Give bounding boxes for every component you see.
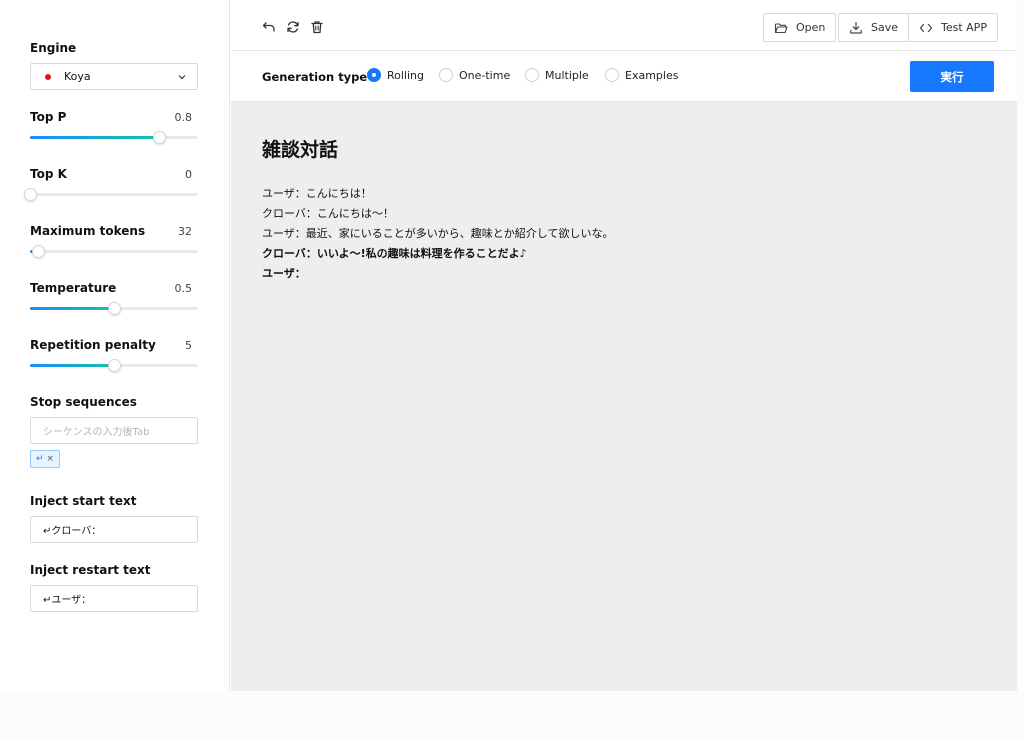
refresh-icon[interactable]	[286, 20, 300, 34]
radio-label: Multiple	[545, 68, 589, 82]
radio-circle	[605, 68, 619, 82]
chevron-down-icon	[178, 74, 186, 79]
dialogue-line: クローバ：いいよ～!私の趣味は料理を作ることだよ♪	[262, 247, 527, 260]
top-p-label: Top P	[30, 110, 67, 124]
stop-sequences-placeholder: シーケンスの入力後Tab	[43, 427, 150, 438]
inject-start-input[interactable]: ↵クローバ：	[30, 516, 198, 543]
inject-restart-input[interactable]: ↵ユーザ：	[30, 585, 198, 612]
repetition-penalty-value: 5	[185, 339, 192, 352]
open-button-label: Open	[796, 21, 826, 34]
maximum-tokens-slider[interactable]	[30, 245, 198, 258]
editor-title: 雑談対話	[262, 139, 339, 161]
repetition-penalty-slider[interactable]	[30, 359, 198, 372]
maximum-tokens-value: 32	[178, 225, 192, 238]
temperature-value: 0.5	[174, 282, 193, 295]
engine-label: Engine	[30, 41, 77, 55]
radio-circle	[525, 68, 539, 82]
radio-circle	[439, 68, 453, 82]
engine-select-value: Koya	[64, 70, 91, 83]
top-k-label: Top K	[30, 167, 67, 181]
inject-start-label: Inject start text	[30, 494, 137, 508]
tag-close-icon[interactable]: ×	[47, 454, 55, 464]
main-panel: Open Save Test APP Generation type Rolli…	[231, 0, 1017, 691]
slider-track	[30, 364, 114, 367]
slider-track	[30, 307, 114, 310]
top-toolbar: Open Save Test APP	[231, 0, 1017, 51]
prompt-editor[interactable]: 雑談対話 ユーザ：こんにちは！ クローバ：こんにちは～！ ユーザ：最近、家にいる…	[231, 102, 1017, 691]
run-button[interactable]: 実行	[910, 61, 994, 92]
slider-handle[interactable]	[108, 359, 121, 372]
dialogue-line: ユーザ：最近、家にいることが多いから、趣味とか紹介して欲しいな。	[262, 227, 614, 240]
generation-type-label: Generation type	[262, 70, 368, 84]
radio-multiple[interactable]: Multiple	[525, 68, 589, 82]
stop-sequences-label: Stop sequences	[30, 395, 137, 409]
generation-bar: Generation type Rolling One-time Multipl…	[231, 51, 1017, 102]
download-icon	[850, 21, 862, 34]
slider-rail	[30, 250, 198, 253]
radio-label: Examples	[625, 68, 679, 82]
inject-restart-label: Inject restart text	[30, 563, 151, 577]
top-p-value: 0.8	[174, 111, 193, 124]
radio-rolling[interactable]: Rolling	[367, 68, 424, 82]
inject-restart-value: ↵ユーザ：	[43, 595, 92, 606]
trash-icon[interactable]	[310, 20, 324, 34]
radio-label: Rolling	[387, 68, 425, 82]
stop-sequence-tag-label: ↵	[36, 454, 44, 464]
inject-start-value: ↵クローバ：	[43, 526, 102, 537]
top-k-slider[interactable]	[24, 188, 198, 201]
slider-handle[interactable]	[108, 302, 121, 315]
code-icon	[919, 23, 933, 32]
app-window: Engine Koya Top P 0.8 Top K 0 Maximum to…	[0, 0, 1017, 691]
slider-rail	[30, 193, 198, 196]
radio-one-time[interactable]: One-time	[439, 68, 510, 82]
radio-examples[interactable]: Examples	[605, 68, 678, 82]
engine-status-dot	[45, 73, 51, 80]
engine-select[interactable]: Koya	[30, 63, 198, 90]
dialogue-line: ユーザ：こんにちは！	[262, 187, 372, 200]
stop-sequences-input[interactable]: シーケンスの入力後Tab	[30, 417, 198, 444]
slider-track	[30, 136, 160, 139]
open-button[interactable]: Open	[763, 13, 837, 42]
save-button[interactable]: Save	[838, 13, 910, 42]
folder-open-icon	[774, 22, 788, 33]
temperature-label: Temperature	[30, 281, 117, 295]
top-k-value: 0	[185, 168, 192, 181]
temperature-slider[interactable]	[30, 302, 198, 315]
settings-sidebar: Engine Koya Top P 0.8 Top K 0 Maximum to…	[0, 0, 230, 691]
stop-sequence-tag[interactable]: ↵ ×	[30, 450, 61, 468]
test-app-button[interactable]: Test APP	[908, 13, 998, 42]
slider-handle[interactable]	[153, 131, 167, 144]
slider-handle[interactable]	[32, 245, 46, 258]
dialogue-line: ユーザ：	[262, 267, 306, 280]
save-button-label: Save	[871, 21, 899, 34]
radio-circle	[367, 68, 381, 82]
repetition-penalty-label: Repetition penalty	[30, 338, 156, 352]
test-app-button-label: Test APP	[941, 21, 987, 34]
slider-handle[interactable]	[24, 188, 37, 201]
maximum-tokens-label: Maximum tokens	[30, 224, 146, 238]
dialogue-line: クローバ：こんにちは～！	[262, 207, 394, 220]
undo-icon[interactable]	[262, 20, 276, 34]
radio-label: One-time	[459, 68, 511, 82]
top-p-slider[interactable]	[30, 131, 198, 144]
